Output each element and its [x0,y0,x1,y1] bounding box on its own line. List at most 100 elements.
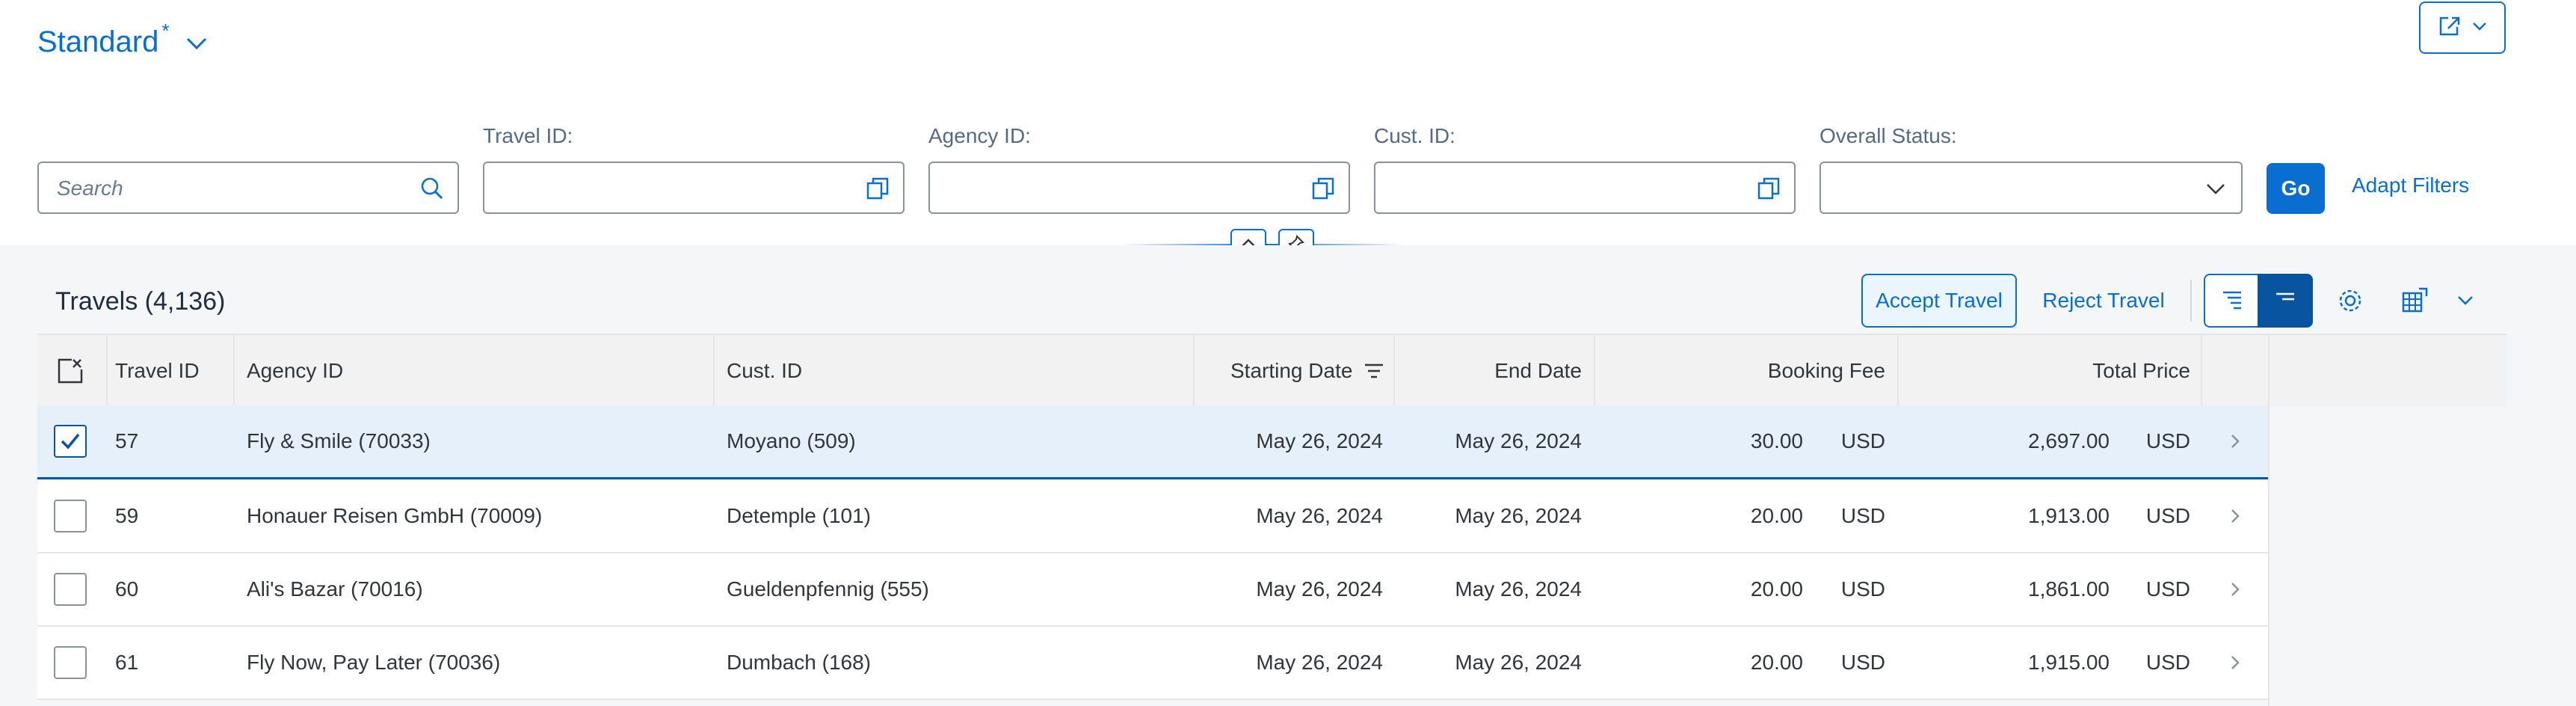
booking-fee-currency: USD [1840,429,1885,452]
travel-id-cell: 57 [115,429,139,452]
reject-travel-button[interactable]: Reject Travel [2029,274,2178,328]
total-price-cell: 2,697.00 [2028,429,2110,452]
booking-fee-cell: 30.00 [1750,429,1803,452]
chevron-down-icon[interactable] [2204,176,2228,204]
column-header-starting-date[interactable]: Starting Date [1230,335,1352,407]
booking-fee-currency: USD [1840,577,1885,601]
chevron-down-icon[interactable] [185,36,208,55]
table-row[interactable]: 57 Fly & Smile (70033) Moyano (509) May … [37,405,2268,479]
accept-travel-button[interactable]: Accept Travel [1861,274,2017,328]
booking-fee-cell: 20.00 [1750,651,1803,674]
total-price-cell: 1,913.00 [2028,504,2110,527]
table-title: Travels (4,136) [55,287,226,316]
row-checkbox[interactable] [54,500,87,532]
value-help-icon[interactable] [1311,176,1335,204]
booking-fee-currency: USD [1840,651,1885,674]
navigation-arrow-icon[interactable] [2229,654,2241,675]
settings-icon[interactable] [2337,287,2364,318]
agency-cell: Ali's Bazar (70016) [247,577,423,601]
end-date-cell: May 26, 2024 [1455,429,1582,452]
customer-cell: Moyano (509) [727,429,856,452]
column-separator [2268,335,2270,407]
navigation-arrow-icon[interactable] [2229,580,2241,602]
agency-cell: Honauer Reisen GmbH (70009) [247,504,543,527]
starting-date-cell: May 26, 2024 [1256,504,1383,527]
condensed-view-icon [2273,288,2297,314]
overall-status-select[interactable] [1819,162,2243,214]
variant-modified-marker: * [161,19,170,42]
column-header-cust-id[interactable]: Cust. ID [727,335,802,407]
go-button[interactable]: Go [2267,163,2325,214]
booking-fee-currency: USD [1840,504,1885,527]
total-price-currency: USD [2145,577,2190,601]
travel-id-cell: 61 [115,651,139,674]
starting-date-cell: May 26, 2024 [1256,651,1383,674]
column-separator [1594,335,1595,407]
table-row[interactable]: 61 Fly Now, Pay Later (70036) Dumbach (1… [37,627,2268,700]
overall-status-label: Overall Status: [1819,124,1957,147]
toolbar-separator [2190,280,2192,322]
agency-id-field[interactable] [928,162,1350,214]
table-view-toggle[interactable] [2204,274,2259,328]
share-icon [2438,15,2462,41]
booking-fee-cell: 20.00 [1750,577,1803,601]
sort-descending-icon [1364,362,1384,384]
table-view-icon [2220,288,2244,314]
navigation-arrow-icon[interactable] [2229,507,2241,529]
column-header-agency-id[interactable]: Agency ID [247,335,343,407]
end-date-cell: May 26, 2024 [1455,651,1582,674]
cust-id-label: Cust. ID: [1374,124,1455,147]
column-separator [1393,335,1395,407]
chevron-down-icon [2472,21,2487,35]
table-row[interactable]: 60 Ali's Bazar (70016) Gueldenpfennig (5… [37,553,2268,627]
total-price-cell: 1,915.00 [2028,651,2110,674]
column-header-end-date[interactable]: End Date [1405,335,1582,407]
search-input[interactable]: Search [37,162,459,214]
export-icon[interactable] [2401,287,2429,318]
agency-id-label: Agency ID: [928,124,1031,147]
travel-id-cell: 59 [115,504,139,527]
end-date-cell: May 26, 2024 [1455,504,1582,527]
booking-fee-cell: 20.00 [1750,504,1803,527]
total-price-cell: 1,861.00 [2028,577,2110,601]
starting-date-cell: May 26, 2024 [1256,577,1383,601]
travel-id-field[interactable] [483,162,905,214]
content-area: Travels (4,136) Accept Travel Reject Tra… [0,245,2576,706]
row-checkbox[interactable] [54,425,87,458]
column-header-booking-fee[interactable]: Booking Fee [1607,335,1885,407]
column-separator [1897,335,1899,407]
table-row[interactable]: 59 Honauer Reisen GmbH (70009) Detemple … [37,480,2268,553]
travel-id-cell: 60 [115,577,139,601]
customer-cell: Gueldenpfennig (555) [727,577,929,601]
travel-id-label: Travel ID: [483,124,573,147]
agency-cell: Fly Now, Pay Later (70036) [247,651,501,674]
total-price-currency: USD [2145,651,2190,674]
column-separator [106,335,108,407]
variant-management[interactable]: Standard * [37,21,208,63]
starting-date-cell: May 26, 2024 [1256,429,1383,452]
row-checkbox[interactable] [54,646,87,679]
agency-cell: Fly & Smile (70033) [247,429,431,452]
chevron-down-icon[interactable] [2456,295,2474,310]
cust-id-field[interactable] [1374,162,1796,214]
search-placeholder: Search [57,176,123,200]
value-help-icon[interactable] [866,176,890,204]
column-separator [713,335,715,407]
variant-title[interactable]: Standard [37,21,158,63]
search-icon[interactable] [420,176,444,204]
column-header-travel-id[interactable]: Travel ID [115,335,200,407]
row-checkbox[interactable] [54,573,87,606]
total-price-currency: USD [2145,504,2190,527]
end-date-cell: May 26, 2024 [1455,577,1582,601]
value-help-icon[interactable] [1757,176,1781,204]
table-header: Travel ID Agency ID Cust. ID Starting Da… [37,334,2507,407]
filter-bar: Standard * Search Travel ID: Agency ID: [0,0,2576,260]
column-header-total-price[interactable]: Total Price [1906,335,2190,407]
select-all-icon[interactable] [57,357,84,388]
share-button[interactable] [2419,1,2506,54]
navigation-arrow-icon[interactable] [2229,432,2241,454]
column-separator [2201,335,2202,407]
condensed-view-toggle[interactable] [2258,274,2313,328]
adapt-filters-link[interactable]: Adapt Filters [2352,174,2469,197]
customer-cell: Dumbach (168) [727,651,871,674]
